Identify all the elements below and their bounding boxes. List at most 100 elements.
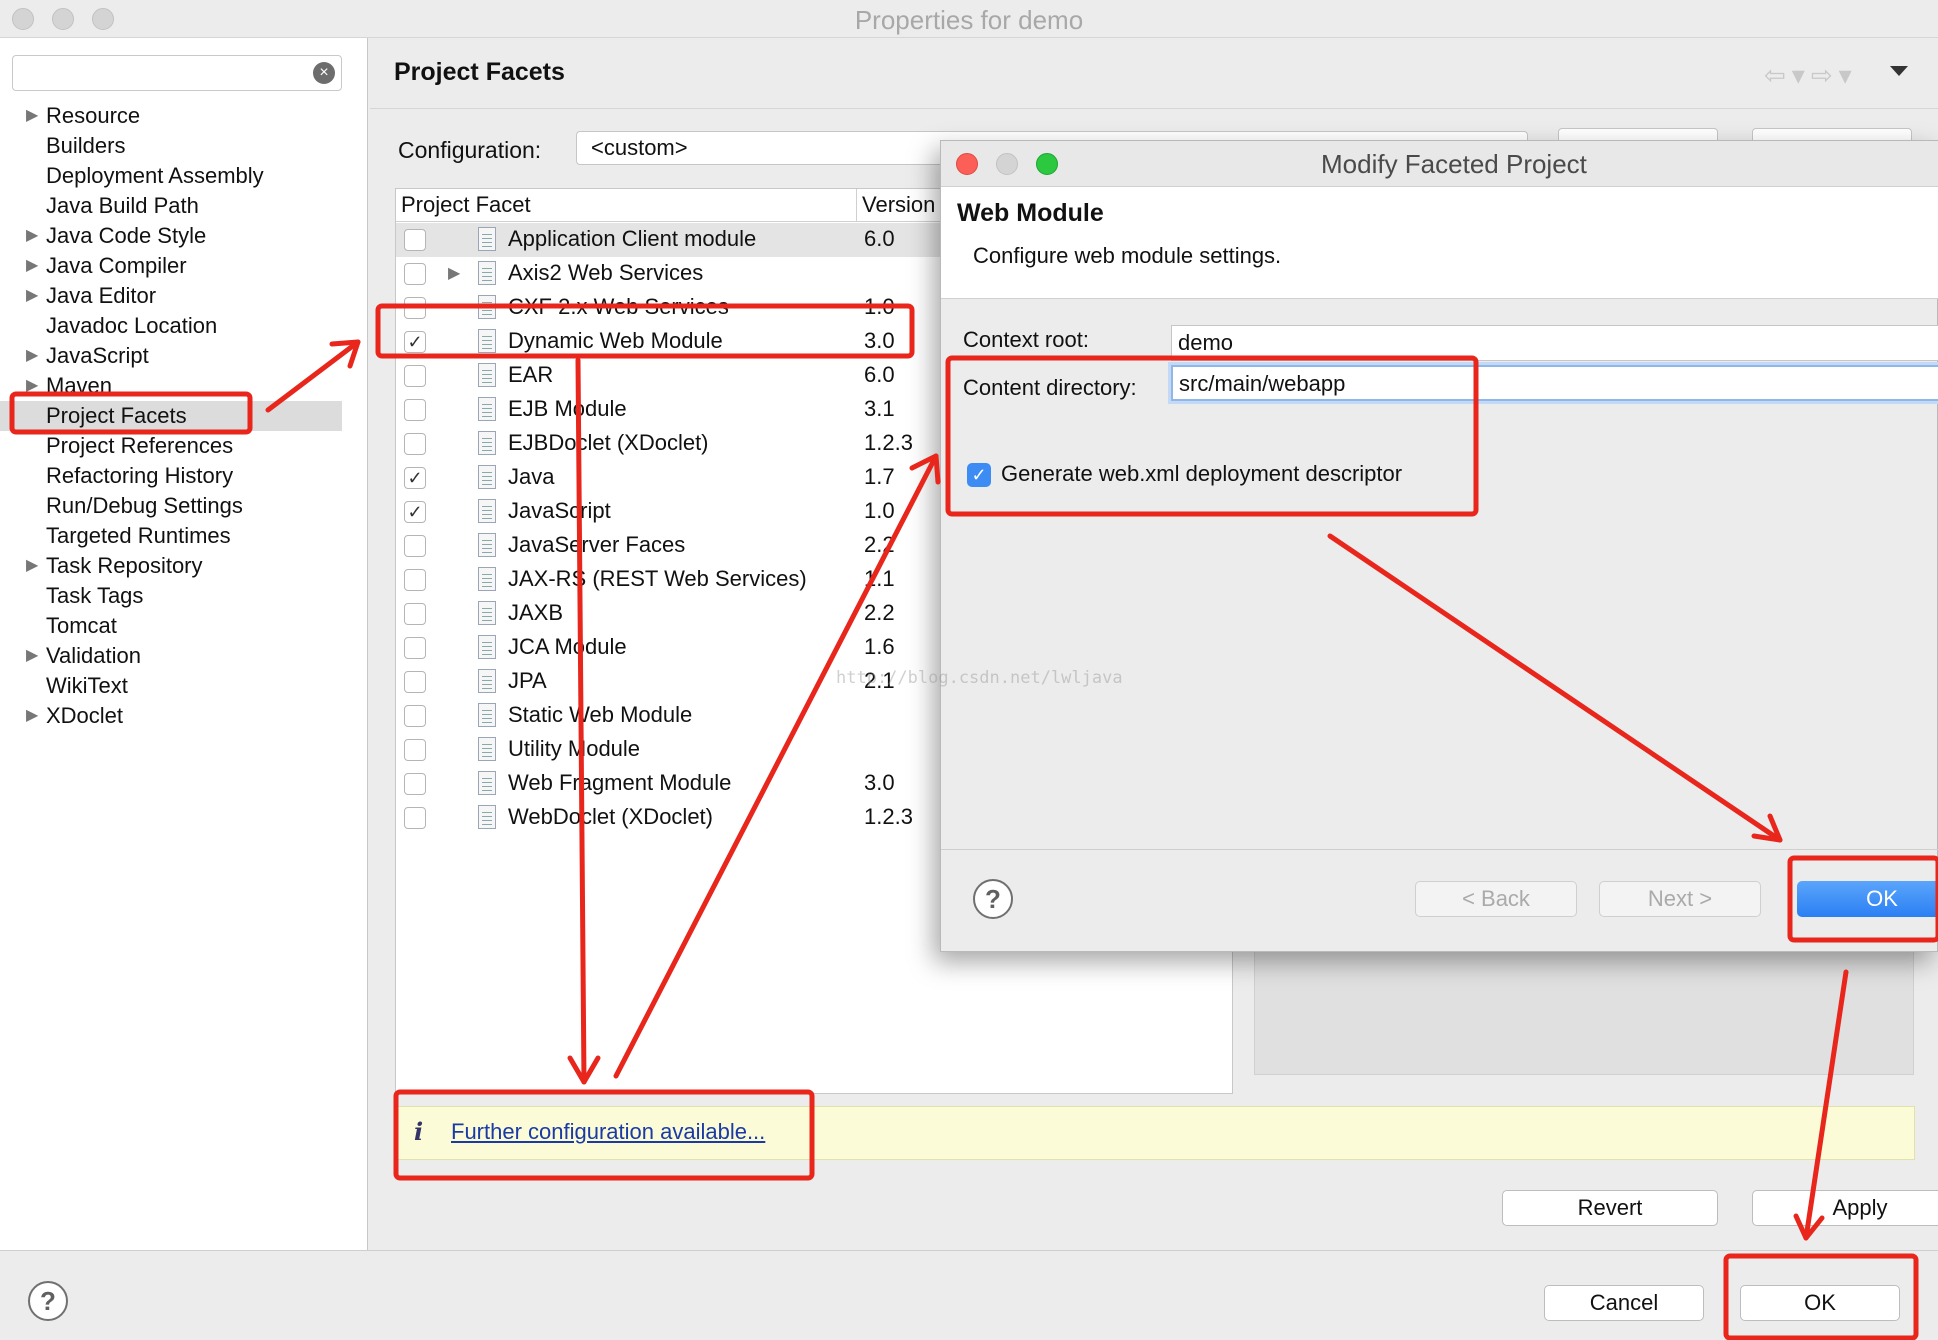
sidebar-item-java-editor[interactable]: ▶ Java Editor bbox=[0, 281, 342, 311]
expand-triangle-icon[interactable]: ▶ bbox=[26, 701, 38, 731]
dialog-ok-button[interactable]: OK bbox=[1797, 881, 1938, 917]
sidebar-item-run-debug-settings[interactable]: Run/Debug Settings bbox=[0, 491, 342, 521]
facet-checkbox[interactable] bbox=[404, 229, 426, 251]
facet-checkbox[interactable]: ✓ bbox=[404, 331, 426, 353]
facet-checkbox[interactable] bbox=[404, 637, 426, 659]
facet-checkbox[interactable] bbox=[404, 433, 426, 455]
ok-button[interactable]: OK bbox=[1740, 1285, 1900, 1321]
facet-name: Dynamic Web Module bbox=[508, 328, 723, 353]
column-header-version[interactable]: Version bbox=[862, 192, 935, 218]
facet-name: JCA Module bbox=[508, 634, 627, 659]
sidebar-item-task-tags[interactable]: Task Tags bbox=[0, 581, 342, 611]
sidebar-item-java-code-style[interactable]: ▶ Java Code Style bbox=[0, 221, 342, 251]
apply-button[interactable]: Apply bbox=[1752, 1190, 1938, 1226]
view-menu-icon[interactable] bbox=[1890, 66, 1908, 76]
expand-triangle-icon[interactable]: ▶ bbox=[26, 251, 38, 281]
facet-checkbox[interactable] bbox=[404, 807, 426, 829]
expand-triangle-icon[interactable]: ▶ bbox=[26, 371, 38, 401]
dialog-zoom-button[interactable] bbox=[1036, 153, 1058, 175]
sidebar-item-builders[interactable]: Builders bbox=[0, 131, 342, 161]
facet-version[interactable]: 3.0 bbox=[864, 770, 895, 796]
cancel-button[interactable]: Cancel bbox=[1544, 1285, 1704, 1321]
facet-checkbox[interactable] bbox=[404, 569, 426, 591]
sidebar-item-label: Project References bbox=[46, 433, 234, 458]
expand-triangle-icon[interactable]: ▶ bbox=[26, 221, 38, 251]
facet-version[interactable]: 1.1 bbox=[864, 566, 895, 592]
context-root-field[interactable]: demo bbox=[1171, 325, 1938, 361]
revert-button[interactable]: Revert bbox=[1502, 1190, 1718, 1226]
dialog-help-icon[interactable]: ? bbox=[973, 879, 1013, 919]
generate-webxml-checkbox[interactable]: ✓ bbox=[967, 463, 991, 487]
further-configuration-link[interactable]: Further configuration available... bbox=[451, 1119, 765, 1145]
facet-name: Web Fragment Module bbox=[508, 770, 732, 795]
facet-checkbox[interactable] bbox=[404, 365, 426, 387]
sidebar-item-wikitext[interactable]: WikiText bbox=[0, 671, 342, 701]
facet-name: CXF 2.x Web Services bbox=[508, 294, 729, 319]
facet-checkbox[interactable] bbox=[404, 671, 426, 693]
facet-checkbox[interactable] bbox=[404, 603, 426, 625]
facet-checkbox[interactable]: ✓ bbox=[404, 501, 426, 523]
sidebar-item-label: JavaScript bbox=[46, 343, 149, 368]
history-nav-icons[interactable]: ⇦▾⇨▾ bbox=[1764, 60, 1858, 91]
facet-version[interactable]: 1.6 bbox=[864, 634, 895, 660]
facet-checkbox[interactable] bbox=[404, 773, 426, 795]
dialog-banner: Web Module Configure web module settings… bbox=[941, 187, 1938, 299]
facet-document-icon bbox=[478, 465, 496, 489]
help-icon[interactable]: ? bbox=[28, 1281, 68, 1321]
sidebar-item-label: Maven bbox=[46, 373, 113, 398]
sidebar-item-resource[interactable]: ▶ Resource bbox=[0, 101, 342, 131]
sidebar-item-maven[interactable]: ▶ Maven bbox=[0, 371, 342, 401]
facet-version[interactable]: 1.2.3 bbox=[864, 804, 913, 830]
sidebar-item-javascript[interactable]: ▶ JavaScript bbox=[0, 341, 342, 371]
generate-webxml-label: Generate web.xml deployment descriptor bbox=[1001, 461, 1403, 486]
facet-checkbox[interactable] bbox=[404, 399, 426, 421]
sidebar-item-task-repository[interactable]: ▶ Task Repository bbox=[0, 551, 342, 581]
sidebar-item-label: Javadoc Location bbox=[46, 313, 218, 338]
sidebar-item-project-facets[interactable]: Project Facets bbox=[0, 401, 342, 431]
sidebar-item-validation[interactable]: ▶ Validation bbox=[0, 641, 342, 671]
sidebar-item-refactoring-history[interactable]: Refactoring History bbox=[0, 461, 342, 491]
facet-checkbox[interactable] bbox=[404, 297, 426, 319]
sidebar-item-tomcat[interactable]: Tomcat bbox=[0, 611, 342, 641]
expand-triangle-icon[interactable]: ▶ bbox=[26, 551, 38, 581]
column-header-facet[interactable]: Project Facet bbox=[401, 192, 531, 218]
dialog-minimize-button[interactable] bbox=[996, 153, 1018, 175]
facet-checkbox[interactable] bbox=[404, 739, 426, 761]
sidebar-item-targeted-runtimes[interactable]: Targeted Runtimes bbox=[0, 521, 342, 551]
facet-name: EJBDoclet (XDoclet) bbox=[508, 430, 709, 455]
sidebar-item-label: Java Build Path bbox=[46, 193, 199, 218]
expand-triangle-icon[interactable]: ▶ bbox=[448, 260, 460, 288]
facet-version[interactable]: 6.0 bbox=[864, 226, 895, 252]
back-button[interactable]: < Back bbox=[1415, 881, 1577, 917]
facet-version[interactable]: 6.0 bbox=[864, 362, 895, 388]
expand-triangle-icon[interactable]: ▶ bbox=[26, 341, 38, 371]
facet-checkbox[interactable] bbox=[404, 263, 426, 285]
facet-version[interactable]: 2.2 bbox=[864, 600, 895, 626]
facet-checkbox[interactable] bbox=[404, 705, 426, 727]
filter-input[interactable]: × bbox=[12, 55, 342, 91]
facet-version[interactable]: 1.7 bbox=[864, 464, 895, 490]
content-directory-field[interactable]: src/main/webapp bbox=[1171, 365, 1938, 401]
sidebar-item-xdoclet[interactable]: ▶ XDoclet bbox=[0, 701, 342, 731]
expand-triangle-icon[interactable]: ▶ bbox=[26, 641, 38, 671]
sidebar-item-java-build-path[interactable]: Java Build Path bbox=[0, 191, 342, 221]
sidebar-item-javadoc-location[interactable]: Javadoc Location bbox=[0, 311, 342, 341]
dialog-heading: Web Module bbox=[957, 199, 1104, 227]
facet-version[interactable]: 3.0 bbox=[864, 328, 895, 354]
facet-document-icon bbox=[478, 533, 496, 557]
next-button[interactable]: Next > bbox=[1599, 881, 1761, 917]
facet-version[interactable]: 1.0 bbox=[864, 498, 895, 524]
sidebar-item-deployment-assembly[interactable]: Deployment Assembly bbox=[0, 161, 342, 191]
sidebar-item-project-references[interactable]: Project References bbox=[0, 431, 342, 461]
facet-version[interactable]: 2.2 bbox=[864, 532, 895, 558]
expand-triangle-icon[interactable]: ▶ bbox=[26, 101, 38, 131]
facet-checkbox[interactable]: ✓ bbox=[404, 467, 426, 489]
facet-version[interactable]: 3.1 bbox=[864, 396, 895, 422]
facet-version[interactable]: 1.2.3 bbox=[864, 430, 913, 456]
expand-triangle-icon[interactable]: ▶ bbox=[26, 281, 38, 311]
clear-filter-icon[interactable]: × bbox=[313, 62, 335, 84]
dialog-close-button[interactable] bbox=[956, 153, 978, 175]
facet-checkbox[interactable] bbox=[404, 535, 426, 557]
facet-version[interactable]: 1.0 bbox=[864, 294, 895, 320]
sidebar-item-java-compiler[interactable]: ▶ Java Compiler bbox=[0, 251, 342, 281]
